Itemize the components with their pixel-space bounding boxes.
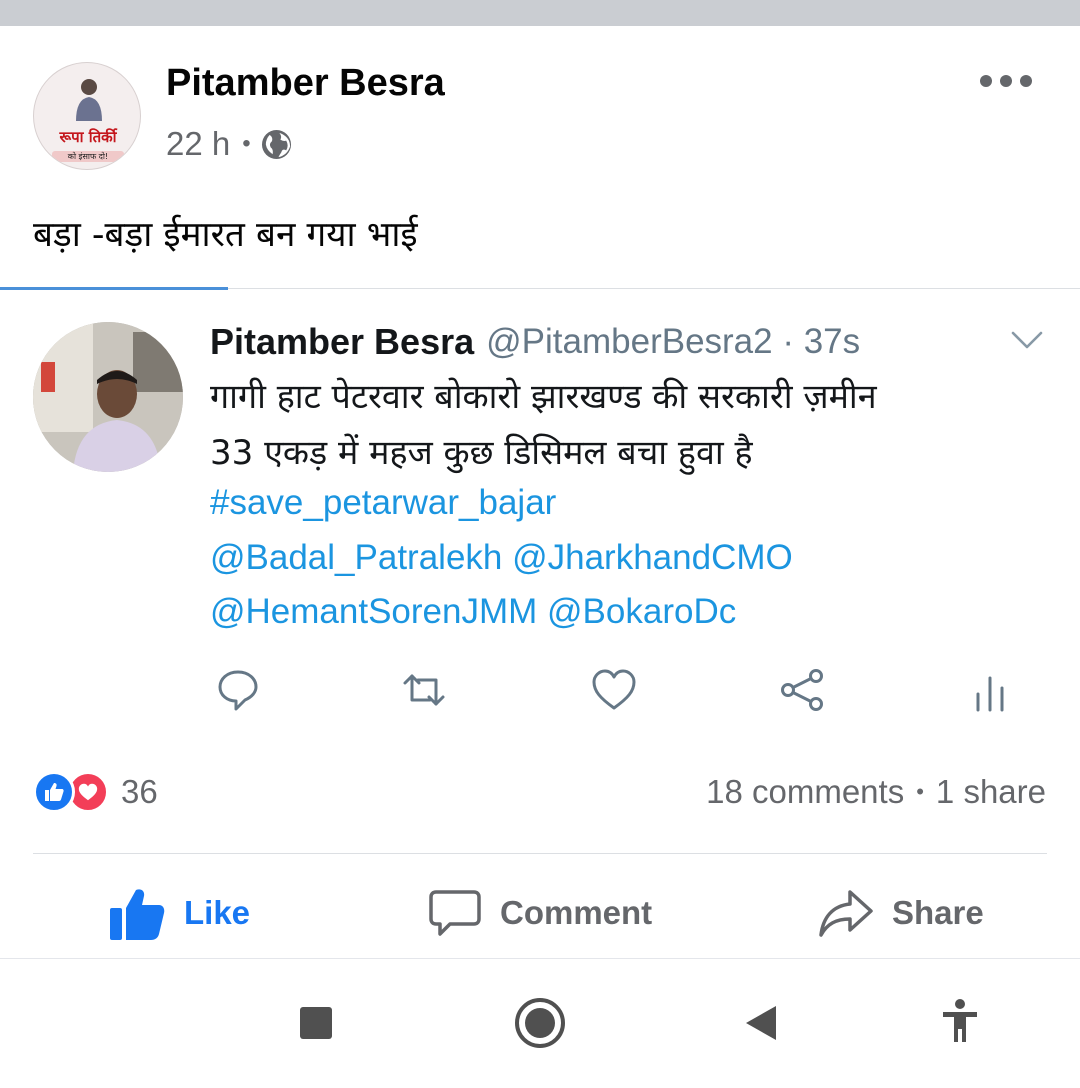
analytics-icon[interactable] [966,666,1014,714]
comment-label: Comment [500,894,653,931]
reactions-summary[interactable]: 36 [33,768,158,816]
tweet-handle-time[interactable]: @PitamberBesra2 · 37s [486,322,860,362]
chevron-down-icon[interactable] [1010,328,1044,352]
tweet-mentions-link[interactable]: @HemantSorenJMM @BokaroDc [210,592,736,632]
accessibility-icon[interactable] [941,998,979,1044]
share-arrow-icon [819,890,873,937]
system-navigation-bar [0,960,1080,1088]
share-label: Share [892,894,984,931]
tweet-mentions-link[interactable]: @Badal_Patralekh @JharkhandCMO [210,538,793,578]
like-reaction-icon [33,771,75,813]
comment-button[interactable]: Comment [428,880,652,946]
post-time[interactable]: 22 h [166,125,230,163]
heart-icon[interactable] [590,666,638,714]
tweet-actions-bar [0,660,1080,720]
share-button[interactable]: Share [818,880,984,946]
post-text: बड़ा -बड़ा ईमारत बन गया भाई [33,215,418,255]
comments-count-link[interactable]: 18 comments [706,773,904,811]
author-avatar[interactable]: रूपा तिर्की को इंसाफ दो! [33,62,141,170]
profile-photo-icon [33,322,183,472]
back-triangle-icon[interactable] [744,1004,778,1042]
meta-separator: • [242,130,251,157]
divider [228,288,1080,289]
avatar-logo-text: रूपा तिर्की [59,128,117,146]
thumbs-up-icon [110,889,165,940]
person-photo-icon [76,79,102,121]
tweet-text-line: गागी हाट पेटरवार बोकारो झारखण्ड की सरकार… [210,377,877,417]
tweet-text-line: 33 एकड़ में महज कुछ डिसिमल बचा हुवा है [210,433,753,473]
divider [33,853,1047,854]
author-name[interactable]: Pitamber Besra [166,62,445,105]
recents-square-icon[interactable] [299,1006,333,1040]
shares-count-link[interactable]: 1 share [936,773,1046,811]
post-meta: 22 h • [166,124,292,164]
status-strip [0,0,1080,26]
tweet-author-avatar[interactable] [33,322,183,472]
counts-separator: • [916,779,924,804]
divider [0,958,1080,959]
tweet-header: Pitamber Besra @PitamberBesra2 · 37s [210,318,860,366]
more-dot-icon [980,75,992,87]
retweet-icon[interactable] [400,666,448,714]
globe-icon [261,129,291,159]
reply-icon[interactable] [214,666,262,714]
comment-icon [429,890,481,936]
home-circle-icon[interactable] [514,997,566,1049]
more-options-button[interactable] [980,66,1032,96]
tweet-hashtag-link[interactable]: #save_petarwar_bajar [210,483,556,523]
divider-accent [0,287,228,290]
more-dot-icon [1020,75,1032,87]
like-label: Like [184,894,251,931]
share-icon[interactable] [778,666,826,714]
avatar-logo-sub: को इंसाफ दो! [52,151,124,162]
reaction-count: 36 [121,773,158,810]
engagement-counts: 18 comments • 1 share [706,770,1046,814]
more-dot-icon [1000,75,1012,87]
like-button[interactable]: Like [108,880,250,946]
tweet-author-name[interactable]: Pitamber Besra [210,321,474,363]
